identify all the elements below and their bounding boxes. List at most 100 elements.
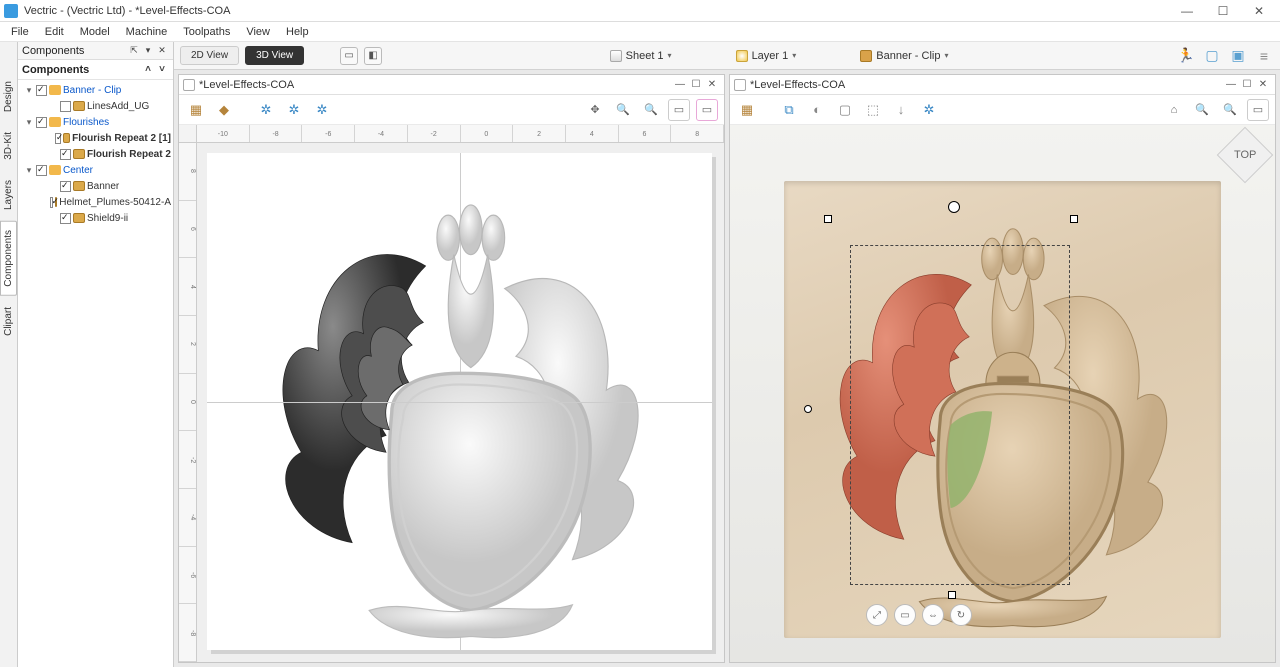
material-icon[interactable]: ▦ (185, 99, 207, 121)
vp-close-button[interactable]: ✕ (704, 78, 720, 92)
transform-pill-2[interactable]: ▭ (894, 604, 916, 626)
view-cube-label: TOP (1234, 149, 1256, 161)
shade-icon[interactable]: ◆ (213, 99, 235, 121)
home-view-icon[interactable]: ⌂ (1163, 99, 1185, 121)
sidetab-layers[interactable]: Layers (0, 171, 17, 219)
transform-pill-3[interactable]: ⇔ (922, 604, 944, 626)
tree-item[interactable]: Flourish Repeat 2 [1] (20, 130, 171, 146)
menu-help[interactable]: Help (279, 24, 316, 40)
link-icon[interactable]: ⧉ (778, 99, 800, 121)
panel-title: Components (22, 45, 84, 57)
zoom-window-3d-icon[interactable]: ▭ (1247, 99, 1269, 121)
toolbar-box2-icon[interactable]: ▣ (1228, 46, 1248, 66)
tree-item[interactable]: ▾Center (20, 162, 171, 178)
tool-gear-icon[interactable]: ✲ (255, 99, 277, 121)
tree-item[interactable]: ▾Flourishes (20, 114, 171, 130)
tool-gear3-icon[interactable]: ✲ (311, 99, 333, 121)
menu-file[interactable]: File (4, 24, 36, 40)
vp-max-button[interactable]: ☐ (1239, 78, 1255, 92)
tree-item[interactable]: Helmet_Plumes-50412-A (20, 194, 171, 210)
visibility-checkbox[interactable] (55, 133, 61, 144)
sidetab-3dkit[interactable]: 3D-Kit (0, 123, 17, 169)
tree-toggle-icon[interactable]: ▾ (24, 117, 34, 128)
window-maximize-button[interactable]: ☐ (1206, 1, 1240, 21)
doc-icon (183, 79, 195, 91)
sheet-dropdown[interactable]: Sheet 1 ▾ (604, 50, 678, 62)
panel-close-icon[interactable]: ✕ (155, 44, 169, 58)
panel-expand-icon[interactable]: ˅ (155, 63, 169, 77)
layer-icon (736, 50, 748, 62)
menu-bar: File Edit Model Machine Toolpaths View H… (0, 22, 1280, 42)
level-dropdown[interactable]: Banner - Clip ▾ (854, 50, 954, 62)
visibility-icon[interactable]: ◐ (806, 99, 828, 121)
visibility-checkbox[interactable] (36, 85, 47, 96)
toolbar-box1-icon[interactable]: ▢ (1202, 46, 1222, 66)
panel-pin-icon[interactable]: ⇱ (127, 44, 141, 58)
viewport-2d-title: *Level-Effects-COA (199, 79, 294, 91)
tree-item[interactable]: Flourish Repeat 2 (20, 146, 171, 162)
viewport-2d-toolbar: ▦ ◆ ✲ ✲ ✲ ✥ 🔍 🔍 ▭ ▭ (179, 95, 724, 125)
visibility-checkbox[interactable] (50, 197, 52, 208)
vp-max-button[interactable]: ☐ (688, 78, 704, 92)
layout-split-v-button[interactable]: ◧ (364, 47, 382, 65)
tree-toggle-icon[interactable]: ▾ (24, 85, 34, 96)
sidetab-clipart[interactable]: Clipart (0, 298, 17, 345)
level-label: Banner - Clip (876, 50, 940, 62)
viewport-2d: *Level-Effects-COA — ☐ ✕ ▦ ◆ ✲ ✲ ✲ ✥ 🔍 (178, 74, 725, 663)
visibility-checkbox[interactable] (36, 117, 47, 128)
visibility-checkbox[interactable] (60, 213, 71, 224)
tab-2d-view[interactable]: 2D View (180, 46, 239, 65)
zoom-sel-icon[interactable]: ▭ (696, 99, 718, 121)
visibility-checkbox[interactable] (60, 149, 71, 160)
toolbar-lines-icon[interactable]: ≡ (1254, 46, 1274, 66)
tree-item[interactable]: Shield9-ii (20, 210, 171, 226)
component-icon (73, 101, 85, 111)
tab-3d-view[interactable]: 3D View (245, 46, 304, 65)
panel-menu-icon[interactable]: ▾ (141, 44, 155, 58)
run-person-icon[interactable]: 🏃 (1176, 46, 1196, 66)
tree-toggle-icon[interactable]: ▾ (24, 165, 34, 176)
menu-machine[interactable]: Machine (119, 24, 175, 40)
box-icon[interactable]: ▢ (834, 99, 856, 121)
tree-item-label: LinesAdd_UG (87, 101, 149, 112)
sidetab-design[interactable]: Design (0, 72, 17, 121)
sidetab-components[interactable]: Components (0, 221, 17, 296)
zoom-fit-icon[interactable]: 🔍 (640, 99, 662, 121)
menu-edit[interactable]: Edit (38, 24, 71, 40)
cube-icon[interactable]: ⬚ (862, 99, 884, 121)
tree-item[interactable]: ▾Banner - Clip (20, 82, 171, 98)
menu-model[interactable]: Model (73, 24, 117, 40)
menu-view[interactable]: View (239, 24, 277, 40)
vp-min-button[interactable]: — (672, 78, 688, 92)
tree-item[interactable]: LinesAdd_UG (20, 98, 171, 114)
viewport-2d-canvas[interactable]: -10-8-6-4-202468 86420-2-4-6-8 (179, 125, 724, 662)
gear-3d-icon[interactable]: ✲ (918, 99, 940, 121)
tree-item[interactable]: Banner (20, 178, 171, 194)
layout-split-h-button[interactable]: ▭ (340, 47, 358, 65)
title-bar: Vectric - (Vectric Ltd) - *Level-Effects… (0, 0, 1280, 22)
transform-pill-1[interactable]: ⤢ (866, 604, 888, 626)
menu-toolpaths[interactable]: Toolpaths (176, 24, 237, 40)
window-close-button[interactable]: ✕ (1242, 1, 1276, 21)
down-icon[interactable]: ↓ (890, 99, 912, 121)
visibility-checkbox[interactable] (36, 165, 47, 176)
zoom-in-icon[interactable]: 🔍 (612, 99, 634, 121)
window-minimize-button[interactable]: — (1170, 1, 1204, 21)
vp-close-button[interactable]: ✕ (1255, 78, 1271, 92)
tree-item-label: Banner (87, 181, 119, 192)
zoom-in-3d-icon[interactable]: 🔍 (1191, 99, 1213, 121)
panel-collapse-icon[interactable]: ˄ (141, 63, 155, 77)
view-cube[interactable]: TOP (1217, 127, 1274, 184)
tool-gear2-icon[interactable]: ✲ (283, 99, 305, 121)
visibility-checkbox[interactable] (60, 181, 71, 192)
zoom-window-icon[interactable]: ▭ (668, 99, 690, 121)
transform-pill-4[interactable]: ↻ (950, 604, 972, 626)
zoom-fit-3d-icon[interactable]: 🔍 (1219, 99, 1241, 121)
viewport-3d-canvas[interactable]: TOP (730, 125, 1275, 662)
material-3d-icon[interactable]: ▦ (736, 99, 758, 121)
tree-item-label: Flourish Repeat 2 (87, 149, 171, 160)
layer-dropdown[interactable]: Layer 1 ▾ (730, 50, 803, 62)
visibility-checkbox[interactable] (60, 101, 71, 112)
vp-min-button[interactable]: — (1223, 78, 1239, 92)
pan-icon[interactable]: ✥ (584, 99, 606, 121)
